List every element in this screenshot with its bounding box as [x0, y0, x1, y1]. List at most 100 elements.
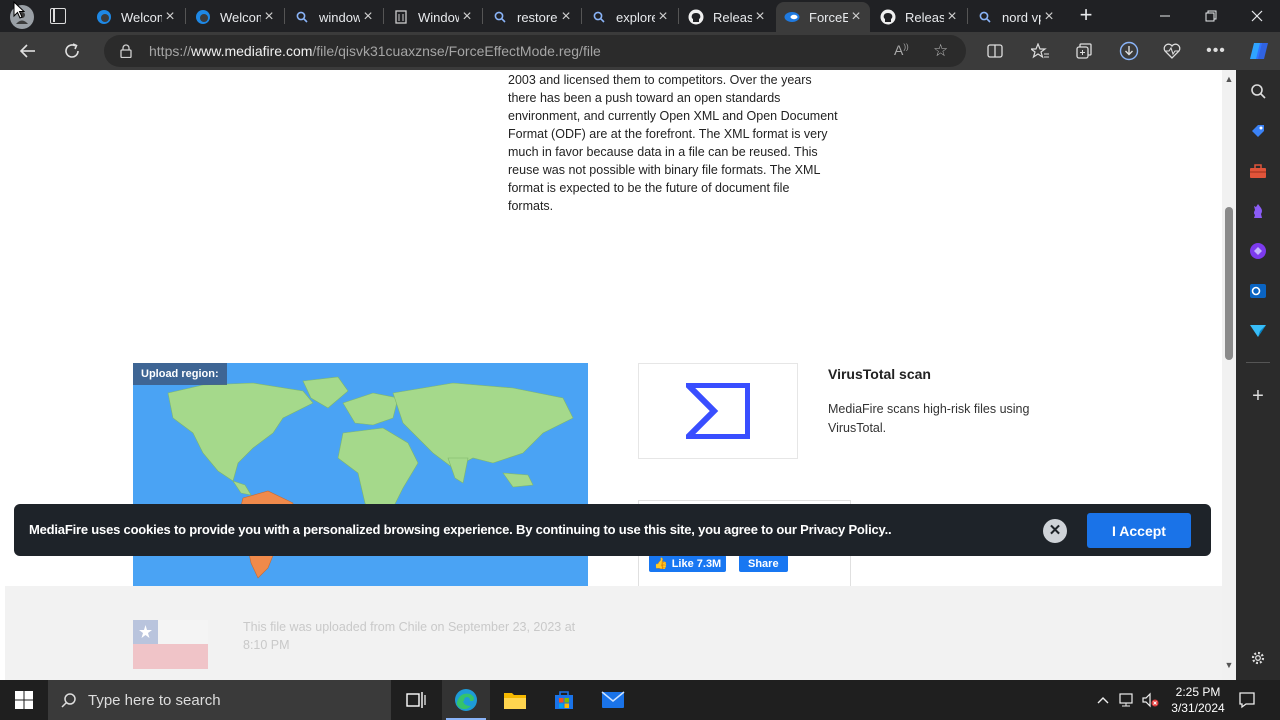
thumbs-up-icon: 👍	[654, 558, 668, 570]
split-screen-button[interactable]	[979, 35, 1011, 67]
facebook-share-button[interactable]: Share	[739, 555, 788, 572]
sidebar-settings-gear-icon[interactable]	[1246, 646, 1270, 670]
split-screen-icon	[987, 44, 1003, 58]
close-tab-icon[interactable]: ×	[1041, 9, 1057, 25]
scrollbar-thumb[interactable]	[1225, 207, 1233, 360]
close-tab-icon[interactable]: ×	[360, 9, 376, 25]
tab-title: Welcome	[220, 9, 261, 25]
cookie-message: MediaFire uses cookies to provide you wi…	[29, 522, 892, 537]
sidebar-shopping-icon[interactable]	[1246, 119, 1270, 143]
show-hidden-icons-chevron-icon[interactable]	[1094, 680, 1112, 720]
tab-github-releases-2[interactable]: Releases ×	[872, 2, 966, 32]
collections-icon	[1076, 43, 1092, 59]
search-icon	[977, 9, 993, 25]
read-aloud-icon[interactable]: A))	[894, 42, 909, 58]
close-tab-icon[interactable]: ×	[655, 9, 671, 25]
taskbar-clock[interactable]: 2:25 PM 3/31/2024	[1162, 684, 1234, 716]
volume-muted-icon[interactable]	[1140, 680, 1160, 720]
tab-windows-doc[interactable]: Windows ×	[385, 2, 481, 32]
address-bar[interactable]: https://www.mediafire.com/file/qisvk31cu…	[104, 35, 966, 67]
edge-logo-icon	[455, 689, 477, 711]
document-icon	[393, 9, 409, 25]
downloads-button[interactable]	[1113, 35, 1145, 67]
collections-button[interactable]	[1068, 35, 1100, 67]
taskbar-file-explorer-app[interactable]	[491, 680, 539, 720]
sidebar-add-icon[interactable]: +	[1246, 384, 1270, 408]
start-button[interactable]	[0, 680, 48, 720]
tab-forceeffectmode[interactable]: ForceEffectMode ×	[776, 2, 870, 32]
close-window-button[interactable]	[1234, 0, 1280, 32]
tab-restore-search[interactable]: restore ×	[484, 2, 580, 32]
sidebar-tools-icon[interactable]	[1246, 159, 1270, 183]
url-domain: www.mediafire.com	[191, 43, 313, 59]
back-button[interactable]	[12, 35, 44, 67]
cookie-close-button[interactable]: ✕	[1043, 519, 1067, 543]
restore-button[interactable]	[1188, 0, 1234, 32]
tab-separator	[185, 8, 186, 24]
scroll-down-icon[interactable]: ▼	[1224, 660, 1234, 670]
tab-windows-search[interactable]: windows ×	[286, 2, 382, 32]
lock-icon[interactable]	[120, 44, 132, 63]
article-text: 2003 and licensed them to competitors. O…	[508, 73, 838, 213]
network-icon[interactable]	[1117, 680, 1137, 720]
facebook-like-button[interactable]: 👍 Like 7.3M	[649, 555, 727, 572]
copilot-icon	[1250, 43, 1268, 59]
tab-explorer-search[interactable]: explorer ×	[583, 2, 677, 32]
task-view-button[interactable]	[392, 680, 440, 720]
sidebar-search-icon[interactable]	[1246, 79, 1270, 103]
close-tab-icon[interactable]: ×	[261, 9, 277, 25]
sidebar-send-icon[interactable]	[1246, 319, 1270, 343]
taskbar-edge-app[interactable]	[442, 680, 490, 720]
sidebar-outlook-icon[interactable]	[1246, 279, 1270, 303]
taskbar-search-box[interactable]: Type here to search	[48, 680, 391, 720]
close-tab-icon[interactable]: ×	[459, 9, 475, 25]
edge-logo-icon	[195, 9, 211, 25]
tab-welcome-1[interactable]: Welcome ×	[88, 2, 184, 32]
page-scrollbar[interactable]: ▲ ▼	[1222, 70, 1236, 680]
github-icon	[880, 9, 896, 25]
mail-icon	[601, 691, 625, 708]
virustotal-logo	[638, 363, 798, 459]
tab-separator	[967, 8, 968, 24]
search-icon	[61, 693, 76, 708]
close-tab-icon[interactable]: ×	[162, 9, 178, 25]
browser-essentials-button[interactable]	[1156, 35, 1188, 67]
tab-title: windows	[319, 9, 360, 25]
chile-flag	[133, 620, 208, 669]
close-tab-icon[interactable]: ×	[752, 9, 768, 25]
facebook-like-label: Like 7.3M	[671, 557, 722, 570]
mediafire-icon	[784, 9, 800, 25]
new-tab-button[interactable]: +	[1073, 4, 1099, 28]
settings-more-button[interactable]: •••	[1200, 35, 1232, 67]
close-tab-icon[interactable]: ×	[944, 9, 960, 25]
tab-welcome-2[interactable]: Welcome ×	[187, 2, 283, 32]
sidebar-copilot-icon[interactable]	[1246, 239, 1270, 263]
upload-origin-note: This file was uploaded from Chile on Sep…	[243, 620, 576, 652]
tab-actions-icon[interactable]	[50, 8, 66, 24]
favorite-star-icon[interactable]: ☆	[933, 41, 948, 61]
edge-sidebar: +	[1236, 70, 1280, 680]
close-tab-icon[interactable]: ×	[848, 9, 864, 25]
favorites-button[interactable]	[1024, 35, 1056, 67]
scroll-up-icon[interactable]: ▲	[1224, 74, 1234, 84]
refresh-button[interactable]	[56, 35, 88, 67]
windows-logo-icon	[15, 691, 33, 709]
heart-pulse-icon	[1163, 43, 1181, 59]
folder-icon	[504, 693, 526, 709]
notification-center-icon[interactable]	[1236, 680, 1258, 720]
tab-nord-search[interactable]: nord vpn ×	[969, 2, 1063, 32]
taskbar-store-app[interactable]	[540, 680, 588, 720]
tab-separator	[482, 8, 483, 24]
close-tab-icon[interactable]: ×	[558, 9, 574, 25]
tab-title: Windows	[418, 9, 459, 25]
accept-cookies-button[interactable]: I Accept	[1087, 513, 1191, 548]
search-icon	[492, 9, 508, 25]
taskbar-mail-app[interactable]	[589, 680, 637, 720]
upload-info-strip: This file was uploaded from Chile on Sep…	[5, 586, 1222, 680]
back-arrow-icon	[19, 44, 35, 58]
copilot-button[interactable]	[1243, 35, 1275, 67]
tab-title: explorer	[616, 9, 655, 25]
minimize-button[interactable]	[1142, 0, 1188, 32]
tab-github-releases-1[interactable]: Releases ×	[680, 2, 774, 32]
sidebar-games-icon[interactable]	[1246, 199, 1270, 223]
